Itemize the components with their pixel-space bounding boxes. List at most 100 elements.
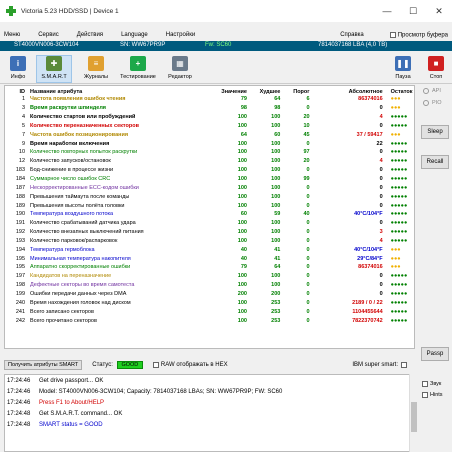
editor-button[interactable]: ▦ Редактор	[162, 56, 198, 80]
table-row[interactable]: 184 Суммарное число ошибок CRC 100 100 99 0 ●●…	[5, 175, 416, 184]
log-scrollbar-thumb[interactable]	[411, 402, 417, 432]
table-header: ID Название атрибута Значение Худшее Пор…	[5, 86, 416, 95]
table-row[interactable]: 12 Количество запусков/остановок 100 100 20 4…	[5, 157, 416, 166]
table-row[interactable]: 240 Время нахождения головок над диском 10…	[5, 298, 416, 307]
table-row[interactable]: 10 Количество повторных попыток раскрутки…	[5, 148, 416, 157]
sound-toggle[interactable]: Звук	[422, 378, 443, 389]
hints-checkbox[interactable]	[422, 391, 428, 398]
cell-raw: 0	[379, 193, 383, 200]
cell-threshold: 45	[303, 131, 310, 138]
table-row[interactable]: 3 Время раскрутки шпинделя 98 98 0 0 ●●●	[5, 104, 416, 113]
passport-button[interactable]: Passp	[421, 347, 449, 361]
table-row[interactable]: 183 Бод-снижение в процессе жизни 100 100 0 0…	[5, 166, 416, 175]
table-row[interactable]: 189 Превышения высоты полёта головки 100 10…	[5, 201, 416, 210]
cell-value: 100	[237, 149, 247, 156]
cell-raw: 4	[379, 158, 383, 165]
table-row[interactable]: 198 Дефектные секторы во время самотеста 1…	[5, 281, 416, 290]
table-row[interactable]: 241 Всего записано секторов 100 253 0 1104455…	[5, 307, 416, 316]
device-bar[interactable]: ST4000VN006-3CW104 SN: WW67PR9P Fw: SC60…	[0, 41, 452, 51]
ibm-smart-checkbox[interactable]	[401, 362, 407, 368]
editor-icon: ▦	[172, 56, 188, 71]
cell-name: Количество повторных попыток раскрутки	[30, 149, 138, 156]
raw-hex-toggle[interactable]: RAW отображать в HEX	[152, 362, 228, 368]
smart-table: ID Название атрибута Значение Худшее Пор…	[5, 86, 416, 325]
table-row[interactable]: 195 Аппаратно скорректированные ошибки 79 6…	[5, 263, 416, 272]
col-id[interactable]: ID	[5, 86, 30, 95]
menu-item-service[interactable]: Сервис	[38, 32, 59, 38]
table-row[interactable]: 191 Количество срабатываний датчика удара…	[5, 219, 416, 228]
log-time: 17:24:46	[7, 399, 31, 406]
table-row[interactable]: 9 Время наработки включения 100 100 0 22 ●●●●●	[5, 139, 416, 148]
test-icon: +	[130, 56, 146, 71]
cell-status: ●●●	[390, 246, 401, 253]
cell-id: 193	[15, 237, 26, 244]
cell-status: ●●●●●	[390, 202, 408, 209]
cell-raw: 0	[379, 290, 383, 297]
log-panel: 17:24:46 Get drive passport... OK 17:24:46…	[4, 374, 411, 452]
cell-raw: 0	[379, 202, 383, 209]
minimize-button[interactable]: —	[374, 0, 400, 22]
smart-button[interactable]: ✚ S.M.A.R.T	[36, 55, 72, 83]
col-value[interactable]: Значение	[212, 86, 247, 95]
table-row[interactable]: 5 Количество переназначенных секторов 100 1…	[5, 122, 416, 131]
table-row[interactable]: 187 Нескорректированные ECC-кодом ошибки 1…	[5, 183, 416, 192]
col-name[interactable]: Название атрибута	[30, 86, 212, 95]
menu-item-language[interactable]: Language	[121, 32, 148, 38]
cell-raw: 0	[379, 282, 383, 289]
table-row[interactable]: 194 Температура гермоблока 40 41 0 40°C/104°F…	[5, 245, 416, 254]
cell-name: Частота ошибок позиционирования	[30, 131, 129, 138]
cell-name: Превышения высоты полёта головки	[30, 202, 125, 209]
table-row[interactable]: 193 Количество парковок/распарковок 100 100…	[5, 237, 416, 246]
table-row[interactable]: 197 Кандидатов на переназначение 100 100 0 0 ●…	[5, 272, 416, 281]
pio-radio[interactable]: PIO	[423, 97, 452, 109]
cell-raw: 37 / 59417	[356, 131, 383, 138]
menu-item-settings[interactable]: Настройки	[166, 32, 195, 38]
cell-id: 195	[15, 255, 26, 262]
window-title: Victoria 5.23 HDD/SSD | Device 1	[21, 7, 119, 15]
buffer-view-toggle[interactable]: Просмотр буфера	[389, 31, 448, 38]
cell-id: 198	[15, 282, 26, 289]
table-row[interactable]: 188 Превышения таймаута после команды 100 1…	[5, 192, 416, 201]
col-worst[interactable]: Худшее	[247, 86, 281, 95]
table-row[interactable]: 7 Частота ошибок позиционирования 64 60 45 37…	[5, 130, 416, 139]
pio-label: PIO	[432, 100, 442, 106]
cell-worst: 100	[271, 176, 281, 183]
raw-hex-checkbox[interactable]	[152, 362, 159, 368]
pause-button[interactable]: ❚❚ Пауза	[385, 56, 421, 80]
test-label: Тестирование	[120, 74, 156, 80]
sleep-button[interactable]: Sleep	[421, 125, 449, 139]
table-row[interactable]: 190 Температура воздушного потока 60 59 40 40…	[5, 210, 416, 219]
col-raw[interactable]: Абсолютное	[310, 86, 385, 95]
sound-checkbox[interactable]	[422, 380, 428, 387]
logs-button[interactable]: ≡ Журналы	[78, 56, 114, 80]
cell-id: 192	[15, 229, 26, 236]
ibm-smart-toggle[interactable]: IBM super smart:	[352, 362, 409, 368]
maximize-button[interactable]: ☐	[400, 0, 426, 22]
api-radio[interactable]: API	[423, 85, 452, 97]
cell-id: 187	[15, 184, 26, 191]
hints-toggle[interactable]: Hints	[422, 389, 443, 400]
menu-item-actions[interactable]: Действия	[77, 32, 103, 38]
recall-button[interactable]: Recall	[421, 155, 449, 169]
table-row[interactable]: 192 Количество внезапных выключений питан…	[5, 228, 416, 237]
buffer-checkbox[interactable]	[389, 31, 396, 38]
stop-button[interactable]: ■ Стоп	[418, 56, 452, 80]
cell-worst: 253	[271, 317, 281, 324]
col-status[interactable]: Остаток	[385, 86, 416, 95]
table-row[interactable]: 1 Частота появления ошибок чтения 79 64 6 863…	[5, 95, 416, 104]
cell-id: 184	[15, 176, 26, 183]
menu-item-menu[interactable]: Меню	[4, 32, 20, 38]
cell-raw: 0	[379, 105, 383, 112]
log-scrollbar[interactable]	[409, 374, 417, 452]
menu-item-help[interactable]: Справка	[340, 32, 364, 38]
info-button[interactable]: i Инфо	[0, 56, 36, 80]
table-row[interactable]: 242 Всего прочитано секторов 100 253 0 782237…	[5, 316, 416, 325]
col-threshold[interactable]: Порог	[280, 86, 309, 95]
test-button[interactable]: + Тестирование	[120, 56, 156, 80]
table-row[interactable]: 4 Количество стартов или пробуждений 100 10…	[5, 113, 416, 122]
cell-id: 194	[15, 246, 26, 253]
close-button[interactable]: ✕	[426, 0, 452, 22]
table-row[interactable]: 199 Ошибки передачи данных через DMA 200 20…	[5, 290, 416, 299]
get-smart-button[interactable]: Получить атрибуты SMART	[4, 360, 83, 370]
table-row[interactable]: 195 Минимальная температура накопителя 40 4…	[5, 254, 416, 263]
